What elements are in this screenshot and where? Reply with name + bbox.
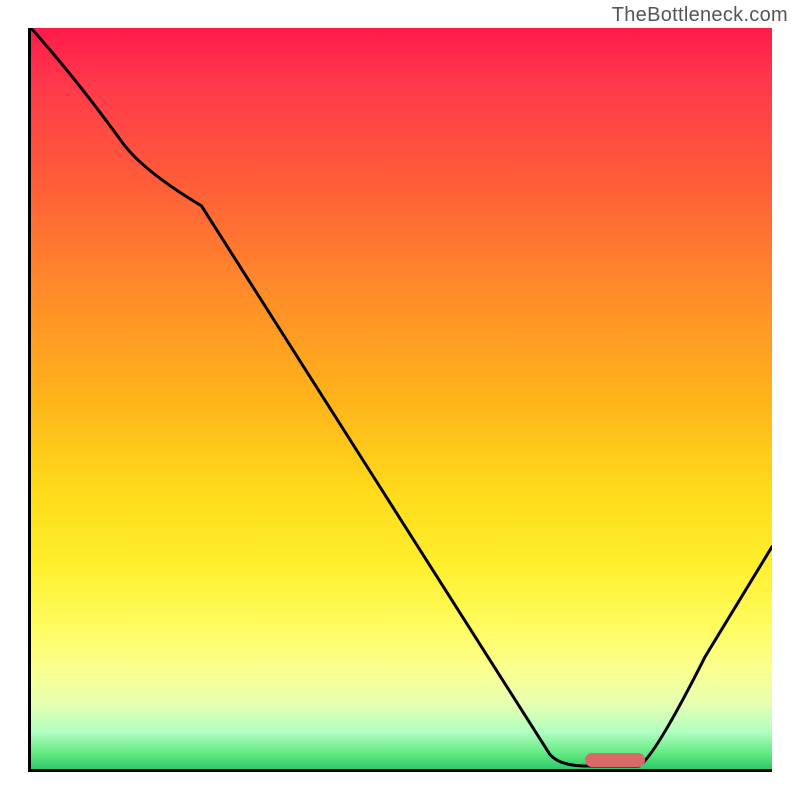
- watermark-text: TheBottleneck.com: [612, 4, 788, 27]
- bottleneck-curve: [31, 28, 772, 769]
- chart-plot-area: [28, 28, 772, 772]
- optimal-range-marker: [585, 753, 645, 767]
